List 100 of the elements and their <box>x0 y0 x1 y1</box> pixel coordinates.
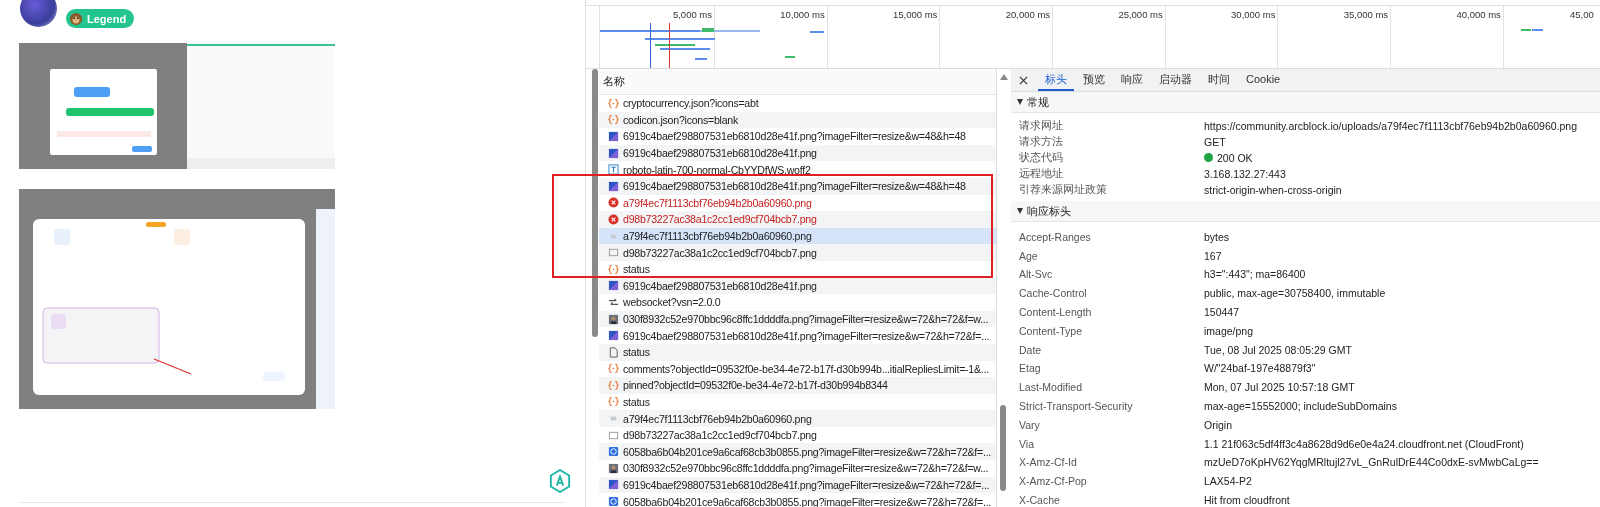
header-value: h3=":443"; ma=86400 <box>1204 268 1306 281</box>
braces-icon <box>608 379 619 391</box>
document-icon <box>608 346 619 358</box>
request-row[interactable]: 6919c4baef298807531eb6810d28e41f.png <box>599 144 996 162</box>
panel-tab[interactable]: 预览 <box>1076 69 1112 91</box>
request-name: roboto-latin-700-normal-CbYYDfWS.woff2 <box>623 163 811 176</box>
request-row[interactable]: pinned?objectId=09532f0e-be34-4e72-b17f-d30b994b8344 <box>599 377 996 394</box>
request-row[interactable]: d98b73227ac38a1c2cc1ed9cf704bcb7.png <box>599 244 996 261</box>
request-row[interactable]: d98b73227ac38a1c2cc1ed9cf704bcb7.png <box>599 211 996 228</box>
header-name: 请求方法 <box>1018 134 1064 149</box>
panel-tab[interactable]: Cookie <box>1239 69 1288 91</box>
header-name: 状态代码 <box>1018 150 1064 165</box>
error-icon <box>608 213 619 225</box>
time-tick-label: 15,000 ms <box>893 9 938 20</box>
header-value: GET <box>1204 135 1226 148</box>
request-row[interactable]: 6919c4baef298807531eb6810d28e41f.png?imageFilter=resize&w=72&h=72&f=... <box>599 327 996 344</box>
request-name: websocket?vsn=2.0.0 <box>623 296 721 309</box>
braces-icon <box>608 114 619 126</box>
request-name: status <box>623 346 650 359</box>
request-name: pinned?objectId=09532f0e-be34-4e72-b17f-d30b994b8344 <box>623 379 888 392</box>
photo-icon <box>608 313 619 325</box>
request-row[interactable]: comments?objectId=09532f0e-be34-4e72-b17f-d30b994b...itialRepliesLimit=-1&... <box>599 360 996 378</box>
request-row[interactable]: roboto-latin-700-normal-CbYYDfWS.woff2 <box>599 161 996 178</box>
header-value: max-age=15552000; includeSubDomains <box>1204 400 1397 412</box>
image-icon <box>608 479 619 491</box>
panel-tab[interactable]: 时间 <box>1201 69 1237 91</box>
scrollbar-thumb[interactable] <box>1000 405 1006 491</box>
request-name: a79f4ec7f1113cbf76eb94b2b0a60960.png <box>623 412 812 425</box>
request-row[interactable]: 030f8932c52e970bbc96c8ffc1ddddfa.png?imageFilter=resize&w=72&h=72&f=w... <box>599 460 996 477</box>
request-name: comments?objectId=09532f0e-be34-4e72-b17f-d30b994b...itialRepliesLimit=-1&... <box>623 362 989 375</box>
request-name: 030f8932c52e970bbc96c8ffc1ddddfa.png?imageFilter=resize&w=72&h=72&f=w... <box>623 313 989 325</box>
image-icon <box>608 180 619 192</box>
request-row[interactable]: cryptocurrency.json?icons=abt <box>599 95 996 112</box>
request-name: 6919c4baef298807531eb6810d28e41f.png?imageFilter=resize&w=48&h=48 <box>623 180 966 193</box>
request-row[interactable]: 6058ba6b04b201ce9a6caf68cb3b0855.png?imageFilter=resize&w=72&h=72&f=... <box>599 443 996 461</box>
time-tick-label: 30,000 ms <box>1231 9 1276 20</box>
legend-badge: Legend <box>66 9 135 28</box>
request-name: d98b73227ac38a1c2cc1ed9cf704bcb7.png <box>623 429 817 442</box>
time-tick-label: 20,000 ms <box>1005 9 1051 20</box>
request-name: cryptocurrency.json?icons=abt <box>623 97 759 110</box>
request-row[interactable]: 6919c4baef298807531eb6810d28e41f.png?imageFilter=resize&w=48&h=48 <box>599 177 996 195</box>
request-name: 6919c4baef298807531eb6810d28e41f.png <box>623 147 817 160</box>
panel-tab[interactable]: 启动器 <box>1152 69 1199 91</box>
request-row[interactable]: d98b73227ac38a1c2cc1ed9cf704bcb7.png <box>599 426 996 444</box>
braces-icon <box>608 97 619 109</box>
time-tick-label: 35,000 ms <box>1343 9 1389 20</box>
header-value: 3.168.132.27:443 <box>1204 167 1286 180</box>
section-header[interactable]: 响应标头 <box>1011 201 1600 223</box>
header-name: Content-Length <box>1018 306 1093 319</box>
panel-tab[interactable]: 响应 <box>1114 69 1150 91</box>
photo-icon <box>608 462 619 474</box>
section-header[interactable]: 常规 <box>1011 92 1600 113</box>
header-value: mzUeD7oKpHV62YqgMRltujl27vL_GnRulDrE44Co0dxE-svMwbCaLg== <box>1204 456 1539 469</box>
request-name: 6919c4baef298807531eb6810d28e41f.png?imageFilter=resize&w=48&h=48 <box>623 130 966 143</box>
request-row[interactable]: 6919c4baef298807531eb6810d28e41f.png?imageFilter=resize&w=72&h=72&f=... <box>599 476 996 494</box>
header-name: Etag <box>1018 362 1042 375</box>
header-name: X-Amz-Cf-Id <box>1018 456 1078 469</box>
request-name: 6919c4baef298807531eb6810d28e41f.png?imageFilter=resize&w=72&h=72&f=... <box>623 329 990 342</box>
request-row[interactable]: 6058ba6b04b201ce9a6caf68cb3b0855.png?imageFilter=resize&w=72&h=72&f=... <box>599 493 996 507</box>
close-icon[interactable] <box>1019 75 1028 85</box>
braces-icon <box>608 363 619 375</box>
websocket-icon <box>608 296 619 308</box>
time-tick-label: 25,000 ms <box>1118 9 1163 20</box>
name-column-header[interactable]: 名称 <box>603 74 625 89</box>
request-row[interactable]: 030f8932c52e970bbc96c8ffc1ddddfa.png?imageFilter=resize&w=72&h=72&f=w... <box>599 310 996 328</box>
request-row[interactable]: a79f4ec7f1113cbf76eb94b2b0a60960.png <box>599 194 996 212</box>
scroll-up-icon[interactable] <box>1000 74 1008 80</box>
request-row[interactable]: websocket?vsn=2.0.0 <box>599 294 996 311</box>
request-row[interactable]: 6919c4baef298807531eb6810d28e41f.png?imageFilter=resize&w=48&h=48 <box>599 128 996 145</box>
scrollbar-thumb[interactable] <box>592 69 598 337</box>
image-icon <box>608 147 619 159</box>
request-name: status <box>623 396 650 408</box>
request-row[interactable]: status <box>599 343 996 361</box>
braces-icon <box>608 396 619 408</box>
request-row[interactable]: codicon.json?icons=blank <box>599 111 996 129</box>
request-name: 6919c4baef298807531eb6810d28e41f.png?imageFilter=resize&w=72&h=72&f=... <box>623 478 990 491</box>
font-icon <box>608 164 619 176</box>
request-row[interactable]: status <box>599 393 996 411</box>
header-name: Age <box>1018 249 1039 262</box>
request-row[interactable]: status <box>599 260 996 278</box>
header-value: Hit from cloudfront <box>1204 494 1290 506</box>
bear-icon <box>69 11 83 26</box>
header-value: 167 <box>1204 249 1222 262</box>
request-row[interactable]: a79f4ec7f1113cbf76eb94b2b0a60960.png <box>599 410 996 427</box>
header-value: Mon, 07 Jul 2025 10:57:18 GMT <box>1204 381 1355 394</box>
header-value: image/png <box>1204 324 1254 337</box>
error-icon <box>608 197 619 209</box>
request-name: d98b73227ac38a1c2cc1ed9cf704bcb7.png <box>623 246 817 259</box>
header-name: 远程地址 <box>1018 166 1064 181</box>
header-name: X-Cache <box>1018 494 1061 506</box>
header-value: W/"24baf-197e48879f3" <box>1204 362 1316 375</box>
header-name: Via <box>1018 437 1035 450</box>
header-name: X-Amz-Cf-Pop <box>1018 475 1088 488</box>
time-tick-label: 5,000 ms <box>672 9 712 20</box>
request-name: 6058ba6b04b201ce9a6caf68cb3b0855.png?imageFilter=resize&w=72&h=72&f=... <box>623 445 992 458</box>
image-icon <box>608 330 619 342</box>
header-name: Content-Type <box>1018 324 1084 337</box>
hexagon-logo-icon[interactable] <box>549 469 571 493</box>
header-name: Alt-Svc <box>1018 268 1054 281</box>
waterfall-drawing <box>1521 29 1543 32</box>
